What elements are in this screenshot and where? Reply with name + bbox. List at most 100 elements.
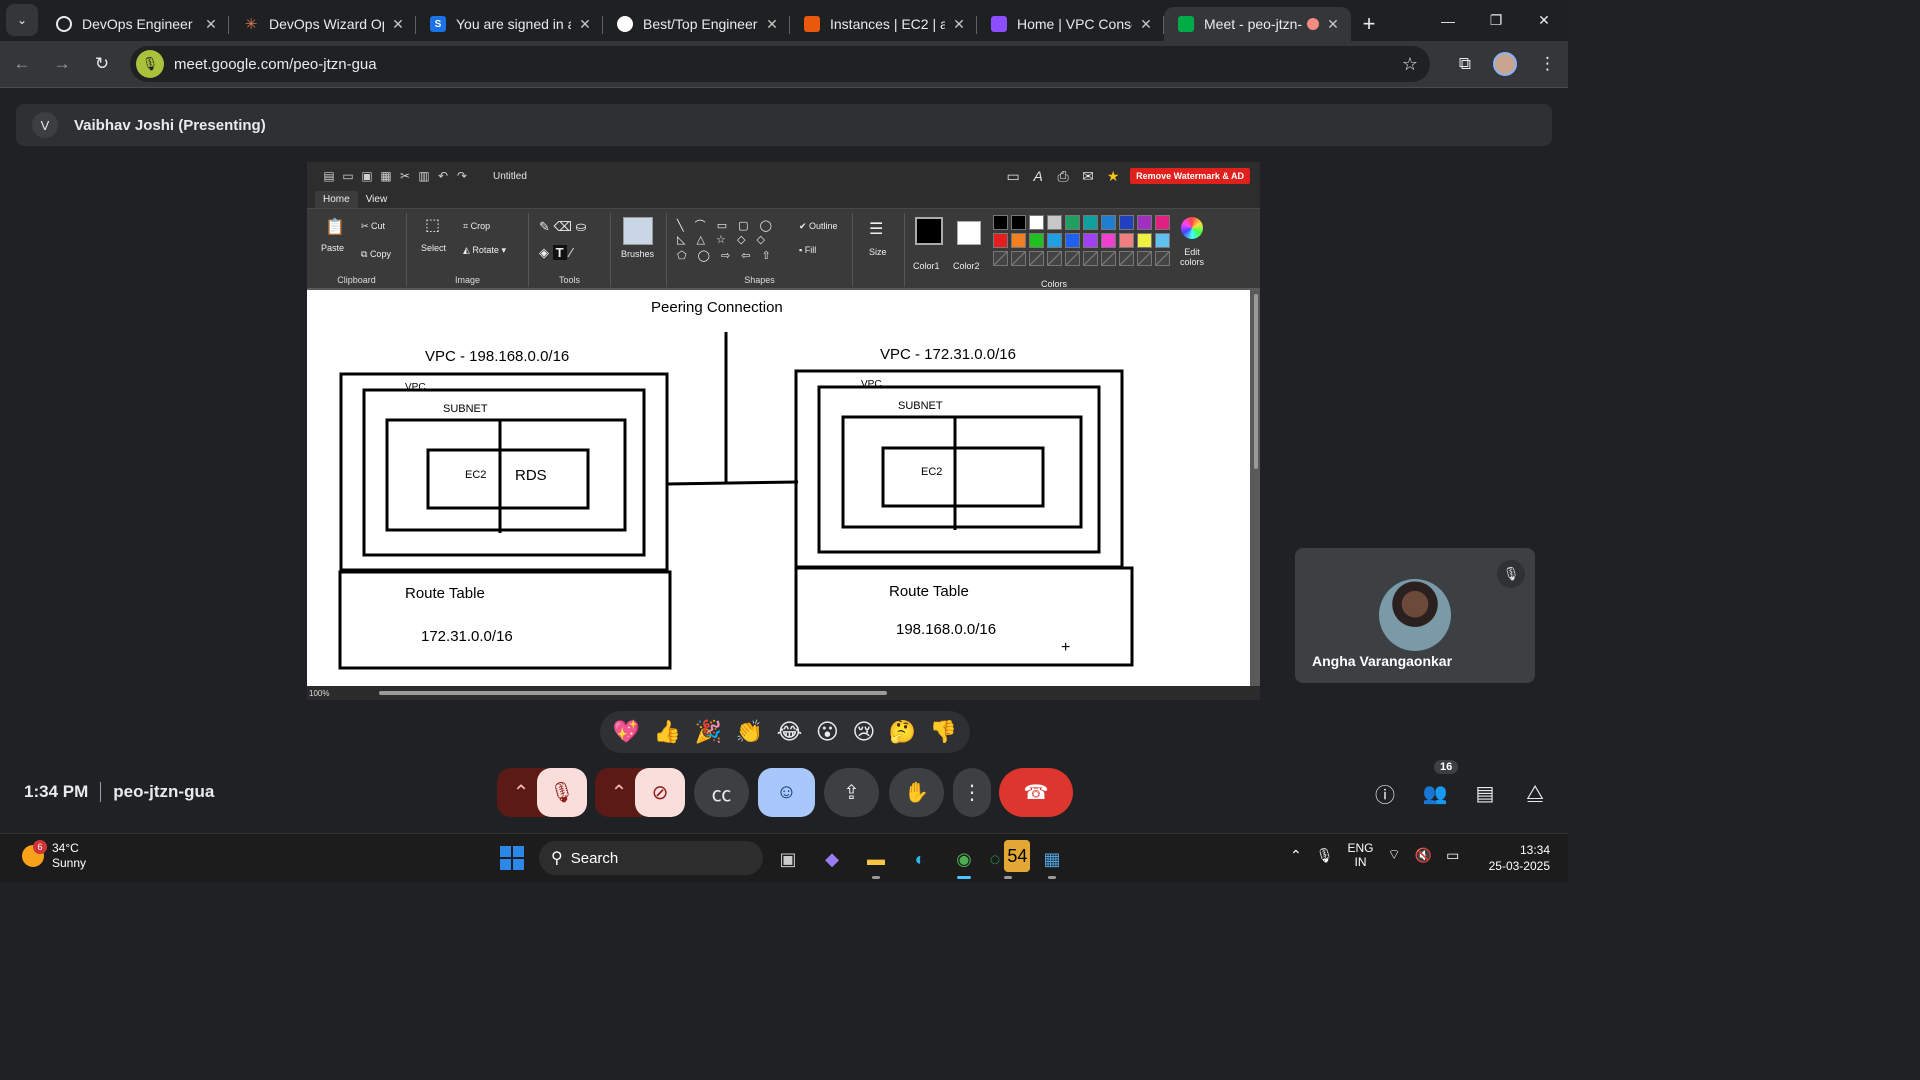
tab-title: Home | VPC Console: [1017, 16, 1132, 32]
microphone-toggle-button[interactable]: 🎙: [537, 768, 587, 817]
browser-tab[interactable]: Instances | EC2 | ap-s ✕: [790, 7, 977, 41]
microphone-icon[interactable]: 🎙: [1316, 847, 1334, 864]
select-icon: ⬚: [425, 217, 441, 234]
right-route-cidr: 198.168.0.0/16: [896, 621, 996, 638]
url-text[interactable]: meet.google.com/peo-jtzn-gua: [174, 56, 1402, 73]
close-icon[interactable]: ✕: [203, 16, 219, 33]
extensions-icon[interactable]: ⧉: [1459, 54, 1471, 74]
activities-icon[interactable]: ⧋: [1518, 776, 1552, 810]
empty-color-swatch: [1065, 251, 1080, 266]
close-icon[interactable]: ✕: [1325, 16, 1341, 33]
browser-tab[interactable]: DevOps Engineer Su ✕: [42, 7, 229, 41]
close-window-icon[interactable]: ✕: [1520, 0, 1568, 41]
microphone-in-use-icon[interactable]: 🎙: [136, 50, 164, 78]
clipboard-group: 📋 Paste ✂ Cut ⧉ Copy Clipboard: [307, 213, 407, 287]
left-subnet-label: SUBNET: [443, 403, 488, 415]
browser-tab[interactable]: S You are signed in as ✕: [416, 7, 603, 41]
party-popper-reaction[interactable]: 🎉: [695, 719, 722, 745]
shared-screen-paint-window: ▤ ▭ ▣ ▦ ✂ ▥ ↶ ↷ Untitled ▭ A ⎙ ✉ ★ Remov…: [307, 162, 1260, 700]
print-icon: ⎙: [1057, 167, 1069, 184]
edge-icon[interactable]: ◐: [904, 843, 936, 875]
new-tab-button[interactable]: +: [1351, 7, 1387, 41]
color2-swatch: [957, 221, 981, 245]
shapes-row1-icon: ╲ ⌒ ▭ ▢ ◯: [677, 220, 776, 232]
people-icon[interactable]: 👥: [1418, 776, 1452, 810]
browser-tab[interactable]: Home | VPC Console ✕: [977, 7, 1164, 41]
color-swatch: [1011, 215, 1026, 230]
close-icon[interactable]: ✕: [390, 16, 406, 33]
profile-avatar[interactable]: [1493, 52, 1517, 76]
save-as-icon: ▦: [380, 169, 392, 183]
claude-icon: ✳: [244, 16, 258, 33]
thumbs-down-reaction[interactable]: 👎: [930, 719, 957, 745]
left-ec2-label: EC2: [465, 469, 486, 481]
meeting-code: peo-jtzn-gua: [113, 782, 215, 801]
file-explorer-icon[interactable]: ▬: [860, 843, 892, 879]
restore-icon[interactable]: ❐: [1472, 0, 1520, 41]
thinking-reaction[interactable]: 🤔: [889, 719, 916, 745]
color-swatch: [1101, 215, 1116, 230]
notepad-icon[interactable]: ▦: [1036, 843, 1068, 879]
empty-color-swatch: [1047, 251, 1062, 266]
participant-tile[interactable]: 🎙 Angha Varangaonkar: [1295, 548, 1535, 683]
info-icon[interactable]: ⓘ: [1368, 776, 1402, 810]
close-icon[interactable]: ✕: [951, 16, 967, 33]
crying-reaction[interactable]: 😢: [852, 719, 875, 745]
address-bar[interactable]: 🎙 meet.google.com/peo-jtzn-gua ☆: [130, 46, 1430, 82]
meet-icon: [1178, 16, 1194, 32]
captions-button[interactable]: ㏄: [694, 768, 749, 817]
more-menu-icon[interactable]: ⋮: [1539, 54, 1556, 74]
raise-hand-button[interactable]: ✋: [889, 768, 944, 817]
tab-search-button[interactable]: ⌄: [6, 4, 38, 36]
chrome-icon[interactable]: ◉: [948, 843, 980, 879]
windows-start-icon[interactable]: [500, 846, 524, 870]
laughing-reaction[interactable]: 😂: [777, 719, 803, 745]
chevron-up-icon: ⌃: [610, 782, 628, 804]
camera-toggle-button[interactable]: ⊘: [635, 768, 685, 817]
weather-widget[interactable]: 6 34°C Sunny: [22, 840, 86, 871]
system-clock[interactable]: 13:34 25-03-2025: [1489, 842, 1550, 874]
left-vpc-label: VPC: [405, 382, 426, 393]
close-icon[interactable]: ✕: [764, 16, 780, 33]
vpc-icon: [991, 16, 1007, 32]
forward-icon[interactable]: →: [44, 46, 80, 82]
minimize-icon[interactable]: —: [1424, 0, 1472, 41]
sparkling-heart-reaction[interactable]: 💖: [613, 719, 640, 745]
empty-color-swatch: [1155, 251, 1170, 266]
browser-tab[interactable]: ✳ DevOps Wizard Opti ✕: [229, 7, 416, 41]
thumbs-up-reaction[interactable]: 👍: [654, 719, 681, 745]
reload-icon[interactable]: ↻: [84, 46, 120, 82]
empty-color-swatch: [1101, 251, 1116, 266]
leave-call-button[interactable]: ☎: [999, 768, 1073, 817]
bookmark-star-icon[interactable]: ☆: [1402, 54, 1418, 75]
shapes-row2-icon: ◺ △ ☆ ◇ ◇: [677, 234, 769, 246]
present-screen-button[interactable]: ⇪: [824, 768, 879, 817]
whatsapp-icon[interactable]: ◌ 54: [990, 840, 1031, 879]
tools-group: ✎ ⌫ ⛀ ◈ T ⁄ Tools: [529, 213, 611, 287]
chevron-up-icon[interactable]: ⌃: [1290, 847, 1302, 864]
right-vpc-label: VPC: [861, 379, 882, 390]
task-view-icon[interactable]: ▣: [772, 843, 804, 875]
volume-muted-icon[interactable]: 🔇: [1415, 847, 1432, 864]
more-options-button[interactable]: ⋮: [953, 768, 991, 817]
color-selectors: Color1 Color2: [905, 213, 987, 287]
presenter-avatar: V: [32, 112, 58, 138]
reactions-button[interactable]: ☺: [758, 768, 815, 817]
surprised-reaction[interactable]: 😮: [816, 719, 839, 745]
copilot-icon[interactable]: ◆: [816, 843, 848, 875]
close-icon[interactable]: ✕: [577, 16, 593, 33]
wifi-icon[interactable]: ⌔: [1388, 846, 1401, 864]
chat-icon[interactable]: ▤: [1468, 776, 1502, 810]
language-indicator[interactable]: ENG IN: [1348, 841, 1374, 869]
browser-tab-active[interactable]: Meet - peo-jtzn- ✕: [1164, 7, 1351, 41]
left-route-table-label: Route Table: [405, 585, 485, 602]
browser-tab[interactable]: Best/Top Engineerin ✕: [603, 7, 790, 41]
back-icon[interactable]: ←: [4, 46, 40, 82]
color-swatch: [1065, 215, 1080, 230]
presenter-bar: V Vaibhav Joshi (Presenting): [16, 104, 1552, 146]
close-icon[interactable]: ✕: [1138, 16, 1154, 33]
size-group: ☰ Size: [853, 213, 905, 287]
clapping-reaction[interactable]: 👏: [736, 719, 763, 745]
battery-icon[interactable]: ▭: [1446, 847, 1459, 864]
taskbar-search[interactable]: ⚲ Search: [539, 841, 763, 875]
